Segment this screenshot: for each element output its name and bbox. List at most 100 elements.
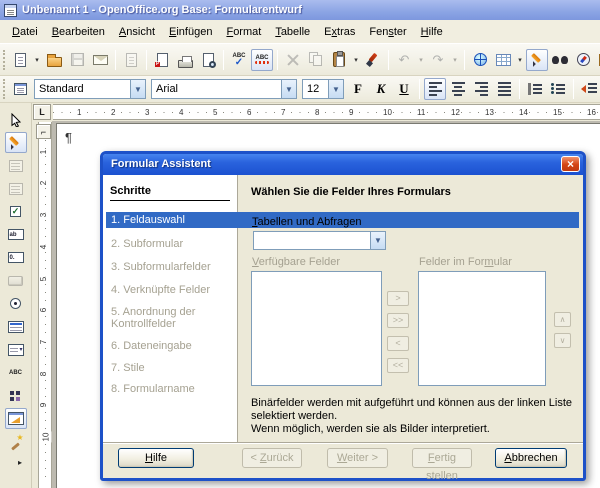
- new-document-button[interactable]: [9, 49, 31, 71]
- form-properties-button[interactable]: [5, 178, 27, 199]
- justified-button[interactable]: [493, 78, 515, 100]
- menu-bearbeiten[interactable]: Bearbeiten: [45, 23, 112, 41]
- move-all-left-button[interactable]: <<: [387, 358, 409, 373]
- copy-button[interactable]: [305, 49, 327, 71]
- select-button[interactable]: [5, 109, 27, 130]
- export-pdf-button[interactable]: P: [151, 49, 173, 71]
- available-fields-list[interactable]: [251, 271, 382, 386]
- dialog-titlebar[interactable]: Formular Assistent: [103, 154, 583, 175]
- cancel-button[interactable]: Abbrechen: [495, 448, 567, 468]
- help-button[interactable]: Hilfe: [118, 448, 194, 468]
- paste-dropdown-icon[interactable]: ▾: [351, 49, 361, 71]
- vertical-ruler[interactable]: 12345678910: [38, 122, 52, 488]
- menu-extras[interactable]: Extras: [317, 23, 362, 41]
- format-paintbrush-button[interactable]: [362, 49, 384, 71]
- align-left-button[interactable]: [424, 78, 446, 100]
- standard-toolbar: ▾ P ABC✓ ABC ▾ ↶ ▾ ↷ ▾ ▾: [0, 44, 600, 76]
- font-size-combo[interactable]: 12 ▼: [302, 79, 344, 99]
- close-icon[interactable]: ×: [561, 156, 580, 172]
- print-button[interactable]: [174, 49, 196, 71]
- menu-tabelle[interactable]: Tabelle: [268, 23, 317, 41]
- form-design-button[interactable]: [5, 408, 27, 429]
- next-button[interactable]: Weiter >: [327, 448, 388, 468]
- hyperlink-button[interactable]: [469, 49, 491, 71]
- tab-stop-selector[interactable]: L: [33, 104, 51, 120]
- chevron-down-icon[interactable]: ▼: [130, 80, 145, 98]
- list-box-button[interactable]: [5, 316, 27, 337]
- menu-datei[interactable]: Datei: [5, 23, 45, 41]
- move-right-button[interactable]: >: [387, 291, 409, 306]
- undo-dropdown-icon[interactable]: ▾: [416, 49, 426, 71]
- ruler-number: 7: [39, 339, 49, 345]
- styles-button[interactable]: [9, 78, 31, 100]
- insert-table-button[interactable]: [492, 49, 514, 71]
- chevron-down-icon[interactable]: ▼: [281, 80, 296, 98]
- more-controls-button[interactable]: [5, 385, 27, 406]
- available-fields-label: Verfügbare Felder: [252, 256, 340, 268]
- text-box-button[interactable]: ab: [5, 224, 27, 245]
- toolbar-grip[interactable]: [3, 79, 5, 99]
- menu-einfuegen[interactable]: Einfügen: [162, 23, 219, 41]
- redo-dropdown-icon[interactable]: ▾: [450, 49, 460, 71]
- design-mode-on-off-button[interactable]: [5, 132, 27, 153]
- formatted-field-button[interactable]: 0.: [5, 247, 27, 268]
- font-name-combo[interactable]: Arial ▼: [151, 79, 297, 99]
- chevron-down-icon[interactable]: ▼: [370, 232, 385, 249]
- insert-table-dropdown-icon[interactable]: ▾: [515, 49, 525, 71]
- menu-format[interactable]: Format: [219, 23, 268, 41]
- move-left-button[interactable]: <: [387, 336, 409, 351]
- redo-button[interactable]: ↷: [427, 49, 449, 71]
- bullet-list-button[interactable]: [547, 78, 569, 100]
- paragraph-style-combo[interactable]: Standard ▼: [34, 79, 146, 99]
- menu-hilfe[interactable]: Hilfe: [414, 23, 450, 41]
- move-down-button[interactable]: ∨: [554, 333, 571, 348]
- new-document-dropdown-icon[interactable]: ▾: [32, 49, 42, 71]
- navigator-button[interactable]: [572, 49, 594, 71]
- auto-spellcheck-button[interactable]: ABC: [251, 49, 273, 71]
- menu-ansicht[interactable]: Ansicht: [112, 23, 162, 41]
- wizards-on-off-button[interactable]: [5, 431, 27, 452]
- ruler-number: 14: [518, 107, 529, 118]
- bold-button[interactable]: F: [347, 78, 369, 100]
- underline-button[interactable]: U: [393, 78, 415, 100]
- finish-button[interactable]: Fertig stellen: [412, 448, 472, 468]
- step-5-anordnung[interactable]: 5. Anordnung der Kontrollfelder: [106, 304, 224, 332]
- fields-in-form-list[interactable]: [418, 271, 546, 386]
- dialog-body: Schritte 1. Feldauswahl 2. Subformular 3…: [103, 175, 583, 478]
- edit-file-button[interactable]: [120, 49, 142, 71]
- open-button[interactable]: [43, 49, 65, 71]
- back-button[interactable]: < Zurück: [242, 448, 302, 468]
- undo-button[interactable]: ↶: [393, 49, 415, 71]
- align-right-button[interactable]: [470, 78, 492, 100]
- toolbar-separator: [146, 50, 147, 70]
- move-all-right-button[interactable]: >>: [387, 313, 409, 328]
- binary-fields-note: Binärfelder werden mit aufgeführt und kö…: [251, 397, 577, 436]
- push-button-button[interactable]: [5, 270, 27, 291]
- more-buttons-arrow[interactable]: ▸: [14, 456, 26, 468]
- decrease-indent-button[interactable]: [578, 78, 600, 100]
- italic-button[interactable]: K: [370, 78, 392, 100]
- paste-button[interactable]: [328, 49, 350, 71]
- find-replace-button[interactable]: [549, 49, 571, 71]
- spellcheck-button[interactable]: ABC✓: [228, 49, 250, 71]
- gallery-button[interactable]: [595, 49, 600, 71]
- menu-fenster[interactable]: Fenster: [362, 23, 413, 41]
- combo-box-button[interactable]: [5, 339, 27, 360]
- tables-queries-combo[interactable]: ▼: [253, 231, 386, 250]
- chevron-down-icon[interactable]: ▼: [328, 80, 343, 98]
- check-box-button[interactable]: ✓: [5, 201, 27, 222]
- formatting-toolbar: Standard ▼ Arial ▼ 12 ▼ F K U A: [0, 76, 600, 103]
- toolbar-grip[interactable]: [3, 50, 5, 70]
- align-center-button[interactable]: [447, 78, 469, 100]
- numbered-list-button[interactable]: [524, 78, 546, 100]
- label-field-button[interactable]: ABC: [5, 362, 27, 383]
- design-mode-button[interactable]: [526, 49, 548, 71]
- move-up-button[interactable]: ∧: [554, 312, 571, 327]
- option-button-button[interactable]: [5, 293, 27, 314]
- page-preview-button[interactable]: [197, 49, 219, 71]
- cut-button[interactable]: [282, 49, 304, 71]
- save-button[interactable]: [66, 49, 88, 71]
- control-properties-button[interactable]: [5, 155, 27, 176]
- horizontal-ruler[interactable]: 12345678910111213141516: [53, 104, 600, 120]
- email-button[interactable]: [89, 49, 111, 71]
